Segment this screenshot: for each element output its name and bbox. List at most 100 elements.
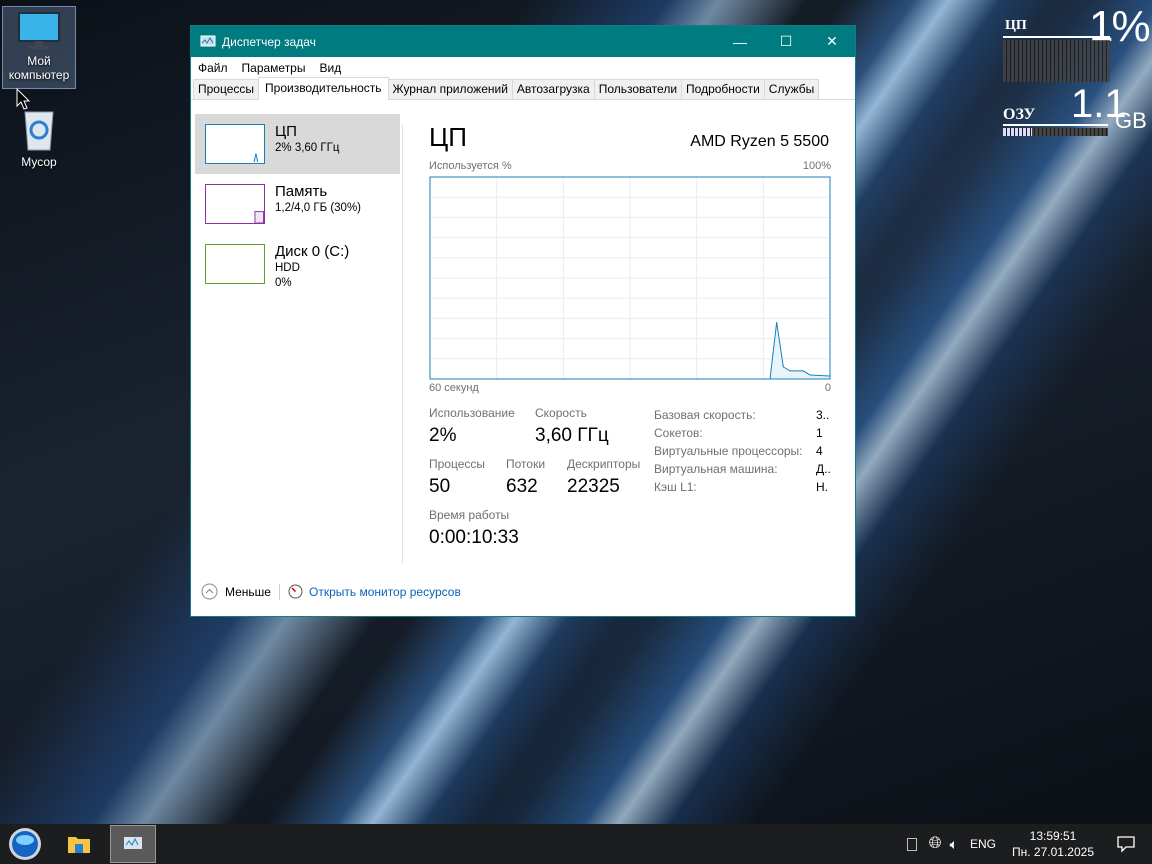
- resource-monitor-label: Открыть монитор ресурсов: [308, 584, 461, 599]
- cpu-widget-label: ЦП: [1005, 18, 1027, 33]
- cpu-usage-point: [789, 370, 791, 372]
- memory-thumbnail-graph: [205, 184, 265, 224]
- panel-title: ЦП: [429, 122, 467, 152]
- cpu-usage-graph: [429, 176, 831, 380]
- cpu-model: AMD Ryzen 5 5500: [690, 133, 829, 150]
- system-monitor-widget: ЦП 1% ОЗУ 1.1 GB: [1003, 2, 1151, 139]
- processes-label: Процессы: [429, 457, 486, 471]
- taskbar: 🌐︎ 🔈︎ ENG 13:59:51 Пн. 27.01.2025: [0, 824, 1152, 864]
- tray-keyboard-icon[interactable]: [906, 837, 917, 851]
- cpu-usage-point: [809, 374, 811, 376]
- footer: Меньше Открыть монитор ресурсов: [201, 583, 461, 600]
- maximize-button[interactable]: ☐: [763, 26, 809, 57]
- ram-widget-bar: [1003, 128, 1108, 136]
- sidebar-item-disk[interactable]: Диск 0 (C:) HDD 0%: [195, 234, 400, 294]
- detail-value: Д..: [816, 462, 831, 476]
- cpu-details-table: Базовая скорость: 3.. Сокетов: 1 Виртуальн…: [654, 406, 831, 496]
- cpu-thumbnail-graph: [205, 124, 265, 164]
- menu-options[interactable]: Параметры: [242, 61, 306, 75]
- clock[interactable]: 13:59:51 Пн. 27.01.2025: [1012, 828, 1094, 860]
- tab-app-history[interactable]: Журнал приложений: [387, 79, 513, 99]
- sidebar-memory-name: Память: [275, 183, 328, 200]
- uptime-label: Время работы: [429, 508, 510, 522]
- desktop-icon-label: Мой компьютер: [8, 54, 70, 82]
- folder-icon: [68, 837, 90, 853]
- notification-center-icon[interactable]: [1116, 835, 1136, 853]
- graph-time-left: 60 секунд: [429, 382, 479, 394]
- fewer-details-label: Меньше: [225, 584, 271, 599]
- detail-key: Виртуальная машина:: [654, 462, 778, 476]
- detail-row: Кэш L1: Н.: [654, 478, 831, 496]
- tab-users[interactable]: Пользователи: [593, 79, 683, 99]
- sidebar-disk-type: HDD: [275, 262, 300, 274]
- window-title: Диспетчер задач: [222, 34, 316, 49]
- detail-key: Виртуальные процессоры:: [654, 444, 803, 458]
- recycle-bin-icon: [24, 111, 54, 151]
- mouse-cursor-icon: [16, 88, 30, 110]
- start-orb-icon: [9, 828, 41, 860]
- desktop-icon-my-computer[interactable]: Мой компьютер: [2, 6, 76, 89]
- detail-value: 3..: [816, 408, 830, 422]
- detail-value: 4: [816, 444, 823, 458]
- start-button[interactable]: [0, 824, 50, 864]
- tab-services[interactable]: Службы: [763, 79, 820, 99]
- desktop-icon-recycle-bin[interactable]: Мусор: [2, 106, 76, 169]
- sidebar-memory-info: 1,2/4,0 ГБ (30%): [275, 202, 362, 214]
- menu-bar: Файл Параметры Вид: [191, 57, 855, 78]
- tab-bar: Процессы Производительность Журнал прило…: [191, 77, 855, 100]
- task-manager-icon: [200, 35, 216, 46]
- sidebar-disk-usage: 0%: [275, 277, 292, 289]
- sidebar-item-memory[interactable]: Память 1,2/4,0 ГБ (30%): [195, 174, 400, 234]
- handles-label: Дескрипторы: [567, 457, 641, 471]
- monitor-icon: [18, 12, 60, 49]
- language-indicator[interactable]: ENG: [970, 837, 996, 851]
- cpu-usage-point: [776, 321, 778, 323]
- tab-startup[interactable]: Автозагрузка: [511, 79, 595, 99]
- detail-value: Н.: [816, 480, 828, 494]
- cpu-widget-bars: [1003, 40, 1110, 82]
- speed-label: Скорость: [535, 406, 587, 420]
- handles-value: 22325: [567, 476, 620, 497]
- detail-value: 1: [816, 426, 823, 440]
- taskbar-file-explorer[interactable]: [50, 824, 108, 864]
- task-manager-window: Диспетчер задач — ☐ ✕ Файл Параметры Вид…: [190, 25, 856, 617]
- volume-icon[interactable]: 🔈︎: [950, 836, 958, 853]
- sidebar-cpu-name: ЦП: [275, 123, 297, 140]
- performance-sidebar: ЦП 2% 3,60 ГГц Память 1,2/4,0 ГБ (30%) Дис…: [195, 114, 400, 294]
- open-resource-monitor-link[interactable]: Открыть монитор ресурсов: [288, 584, 461, 599]
- usage-value: 2%: [429, 425, 457, 446]
- speed-value: 3,60 ГГц: [535, 425, 609, 446]
- ram-widget-label: ОЗУ: [1003, 106, 1036, 123]
- processes-value: 50: [429, 476, 451, 497]
- tab-details[interactable]: Подробности: [681, 79, 765, 99]
- menu-view[interactable]: Вид: [319, 61, 341, 75]
- minimize-button[interactable]: —: [717, 26, 763, 57]
- menu-file[interactable]: Файл: [198, 61, 228, 75]
- sidebar-item-cpu[interactable]: ЦП 2% 3,60 ГГц: [195, 114, 400, 174]
- title-bar[interactable]: Диспетчер задач — ☐ ✕: [191, 26, 855, 57]
- system-tray: 🌐︎ 🔈︎ ENG 13:59:51 Пн. 27.01.2025: [906, 824, 1152, 864]
- disk-thumbnail-graph: [205, 244, 265, 284]
- clock-time: 13:59:51: [1029, 829, 1077, 843]
- clock-date: Пн. 27.01.2025: [1012, 845, 1094, 859]
- network-globe-icon[interactable]: 🌐︎: [929, 835, 942, 853]
- detail-row: Базовая скорость: 3..: [654, 406, 831, 424]
- cpu-usage-point: [782, 366, 784, 368]
- cpu-usage-point: [802, 370, 804, 372]
- fewer-details-button[interactable]: Меньше: [201, 583, 271, 600]
- detail-row: Сокетов: 1: [654, 424, 831, 442]
- sidebar-cpu-info: 2% 3,60 ГГц: [275, 142, 340, 154]
- taskbar-task-manager[interactable]: [110, 825, 156, 863]
- graph-max-label: 100%: [802, 160, 831, 172]
- resource-monitor-icon: [288, 584, 303, 599]
- graph-time-right: 0: [824, 382, 831, 394]
- usage-label: Использование: [429, 406, 515, 420]
- threads-label: Потоки: [506, 457, 546, 471]
- close-button[interactable]: ✕: [809, 26, 855, 57]
- tab-performance[interactable]: Производительность: [258, 77, 389, 100]
- detail-key: Кэш L1:: [654, 480, 697, 494]
- task-manager-icon: [124, 837, 142, 849]
- uptime-value: 0:00:10:33: [429, 527, 519, 548]
- detail-key: Сокетов:: [654, 426, 703, 440]
- tab-processes[interactable]: Процессы: [193, 79, 260, 99]
